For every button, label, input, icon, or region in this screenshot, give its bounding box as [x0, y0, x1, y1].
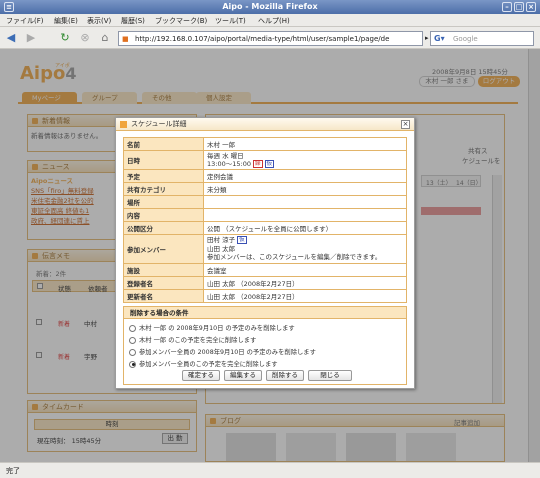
google-icon[interactable]: G▾	[434, 34, 445, 43]
value-plan: 定例会議	[203, 169, 407, 183]
url-bar[interactable]: ■ http://192.168.0.107/aipo/portal/media…	[118, 31, 423, 46]
window-titlebar: Aipo - Mozilla Firefox ≡ – □ ×	[0, 0, 540, 14]
close-button[interactable]: 閉じる	[308, 370, 352, 381]
tentative-tag: 仮	[237, 236, 247, 244]
value-time: 13:00～15:00	[207, 160, 251, 168]
label-facility: 施設	[123, 262, 204, 277]
radio-button[interactable]	[129, 348, 136, 356]
label-content: 内容	[123, 208, 204, 222]
radio-button[interactable]	[129, 324, 136, 332]
delete-option-2[interactable]: 木村 一郎 のこの予定を完全に削除します	[129, 335, 256, 344]
schedule-detail-dialog: スケジュール詳細 × 名前 木村 一郎 日時 毎週 水 曜日 13:00～15:00…	[115, 117, 415, 389]
label-datetime: 日時	[123, 150, 204, 170]
conditions-title: 削除する場合の条件	[124, 307, 406, 319]
value-repeat: 毎週 水 曜日	[207, 152, 244, 160]
confirm-button[interactable]: 確定する	[182, 370, 220, 381]
site-icon: ■	[122, 35, 129, 43]
status-text: 完了	[6, 467, 20, 475]
value-facility: 会議室	[203, 262, 407, 277]
delete-option-1[interactable]: 木村 一郎 の 2008年9月10日 の予定のみを削除します	[129, 323, 295, 332]
repeat-tag: 繰	[253, 160, 263, 168]
value-name: 木村 一郎	[203, 137, 407, 151]
radio-button[interactable]	[129, 336, 136, 344]
label-place: 場所	[123, 195, 204, 209]
value-category: 未分類	[203, 182, 407, 196]
label-name: 名前	[123, 137, 204, 151]
menu-bookmarks[interactable]: ブックマーク(B)	[155, 16, 207, 26]
radio-button-selected[interactable]	[129, 360, 136, 368]
maximize-icon[interactable]: □	[514, 2, 524, 12]
label-members: 参加メンバー	[123, 234, 204, 264]
value-place	[203, 195, 407, 209]
close-window-icon[interactable]: ×	[526, 2, 536, 12]
delete-button[interactable]: 削除する	[266, 370, 304, 381]
tentative-tag: 仮	[264, 160, 275, 168]
menu-view[interactable]: 表示(V)	[87, 16, 111, 26]
label-visibility: 公開区分	[123, 221, 204, 235]
search-bar[interactable]: G▾ Google	[430, 31, 534, 46]
menubar: ファイル(F) 編集(E) 表示(V) 履歴(S) ブックマーク(B) ツール(…	[0, 14, 540, 27]
edit-button[interactable]: 編集する	[224, 370, 262, 381]
label-category: 共有カテゴリ	[123, 182, 204, 196]
value-visibility: 公開 （スケジュールを全員に公開します）	[203, 221, 407, 235]
url-text: http://192.168.0.107/aipo/portal/media-t…	[135, 35, 390, 43]
value-creator: 山田 太郎 （2008年2月27日）	[203, 275, 407, 290]
delete-option-3[interactable]: 参加メンバー全員の 2008年9月10日 の予定のみを削除します	[129, 347, 316, 356]
forward-icon[interactable]: ▶	[24, 31, 38, 45]
window-title: Aipo - Mozilla Firefox	[222, 2, 318, 11]
home-icon[interactable]: ⌂	[98, 31, 112, 45]
value-updater: 山田 太郎 （2008年2月27日）	[203, 288, 407, 303]
delete-conditions: 削除する場合の条件	[123, 306, 407, 385]
menu-file[interactable]: ファイル(F)	[6, 16, 44, 26]
value-content	[203, 208, 407, 222]
back-icon[interactable]: ◀	[4, 31, 18, 45]
label-creator: 登録者名	[123, 275, 204, 290]
member-name: 田村 涼子	[207, 236, 236, 244]
dialog-title: スケジュール詳細	[131, 120, 187, 128]
status-bar: 完了	[0, 462, 540, 478]
label-updater: 更新者名	[123, 288, 204, 303]
dialog-icon	[120, 121, 127, 128]
search-placeholder: Google	[453, 35, 478, 43]
dialog-close-icon[interactable]: ×	[401, 120, 410, 129]
menu-help[interactable]: ヘルプ(H)	[258, 16, 290, 26]
detail-table: 名前 木村 一郎 日時 毎週 水 曜日 13:00～15:00 繰 仮 予定 定例会議…	[123, 137, 407, 303]
delete-option-4[interactable]: 参加メンバー全員のこの予定を完全に削除します	[129, 359, 278, 368]
label-plan: 予定	[123, 169, 204, 183]
member-name: 山田 太郎	[207, 244, 236, 253]
reload-icon[interactable]: ↻	[58, 31, 72, 45]
window-menu-icon[interactable]: ≡	[4, 2, 14, 12]
menu-tools[interactable]: ツール(T)	[215, 16, 246, 26]
stop-icon[interactable]: ⊗	[78, 31, 92, 45]
go-arrow-icon[interactable]: ▸	[425, 34, 429, 42]
members-note: 参加メンバーは、このスケジュールを編集／削除できます。	[207, 253, 382, 261]
minimize-icon[interactable]: –	[502, 2, 512, 12]
dialog-titlebar: スケジュール詳細 ×	[116, 118, 414, 131]
menu-edit[interactable]: 編集(E)	[54, 16, 78, 26]
menu-history[interactable]: 履歴(S)	[121, 16, 145, 26]
